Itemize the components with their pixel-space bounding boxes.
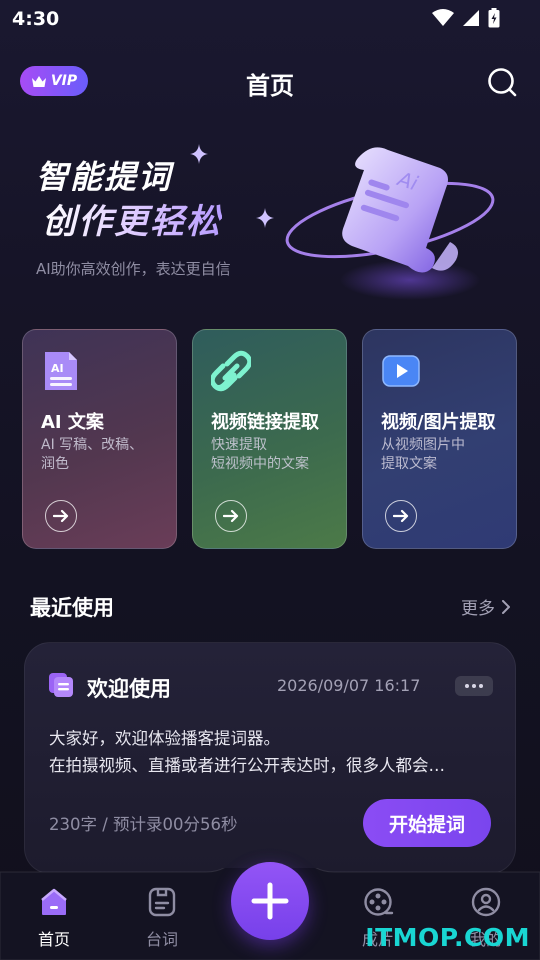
- home-icon: [41, 888, 67, 915]
- hero-headline-2: 创作更轻松: [42, 194, 222, 243]
- arrow-right-icon[interactable]: [45, 500, 77, 532]
- svg-text:AI: AI: [51, 362, 64, 375]
- document-icon: [49, 673, 73, 697]
- search-icon[interactable]: [486, 66, 518, 98]
- dot-icon: [479, 684, 483, 688]
- video-image-extract-card[interactable]: 视频/图片提取 从视频图片中 提取文案: [362, 329, 517, 549]
- sparkle-icon: [190, 144, 208, 164]
- hero-banner: 智能提词 创作更轻松 AI助你高效创作，表达更自信 Ai: [0, 130, 540, 310]
- ai-copywriting-card[interactable]: AI AI 文案 AI 写稿、改稿、 润色: [22, 329, 177, 549]
- script-stats: 230字 / 预计录00分56秒: [49, 815, 238, 834]
- script-title: 欢迎使用: [87, 677, 171, 701]
- battery-icon: [488, 8, 500, 28]
- dot-icon: [472, 684, 476, 688]
- ai-doc-icon: AI: [45, 352, 77, 390]
- script-preview: 大家好，欢迎体验播客提词器。 在拍摄视频、直播或者进行公开表达时，很多人都会…: [49, 725, 497, 779]
- card-description: 快速提取 短视频中的文案: [211, 437, 309, 472]
- card-title: 视频/图片提取: [381, 412, 496, 433]
- header: VIP 首页: [0, 54, 540, 110]
- ai-scroll-illustration: Ai: [285, 147, 495, 300]
- site-watermark: ITMOP.COM: [365, 923, 530, 952]
- hero-subtitle: AI助你高效创作，表达更自信: [36, 260, 231, 278]
- preview-line: 大家好，欢迎体验播客提词器。: [49, 729, 280, 748]
- recent-script-card[interactable]: 欢迎使用 2026/09/07 16:17 大家好，欢迎体验播客提词器。 在拍摄…: [24, 642, 516, 874]
- chevron-right-icon: [502, 599, 510, 614]
- arrow-right-icon[interactable]: [385, 500, 417, 532]
- user-icon: [471, 887, 501, 917]
- cellular-signal-icon: [463, 10, 479, 26]
- tab-label: 首页: [37, 930, 70, 949]
- more-label: 更多: [461, 599, 495, 619]
- status-bar: 4:30: [0, 0, 540, 40]
- dot-icon: [465, 684, 469, 688]
- card-title: AI 文案: [41, 412, 104, 433]
- tab-script[interactable]: 台词: [122, 886, 202, 950]
- start-prompter-button[interactable]: 开始提词: [363, 799, 491, 847]
- recent-section-header: 最近使用 更多: [30, 592, 510, 622]
- plus-icon: [251, 882, 289, 920]
- film-reel-icon: [364, 888, 394, 916]
- page-title: 首页: [246, 72, 294, 100]
- arrow-right-icon[interactable]: [215, 500, 247, 532]
- preview-line: 在拍摄视频、直播或者进行公开表达时，很多人都会…: [49, 756, 445, 775]
- status-time: 4:30: [12, 8, 60, 30]
- script-date: 2026/09/07 16:17: [277, 676, 421, 695]
- video-link-extract-card[interactable]: 视频链接提取 快速提取 短视频中的文案: [192, 329, 347, 549]
- video-play-icon: [382, 355, 420, 387]
- tab-label: 台词: [145, 930, 178, 949]
- card-description: AI 写稿、改稿、 润色: [41, 437, 144, 472]
- script-icon: [148, 887, 176, 917]
- status-icons: [432, 8, 500, 28]
- card-title: 视频链接提取: [211, 412, 319, 433]
- sparkle-icon: [256, 208, 274, 228]
- more-link[interactable]: 更多: [461, 594, 510, 619]
- tab-home[interactable]: 首页: [14, 886, 94, 950]
- hero-headline: 智能提词: [36, 158, 173, 196]
- card-description: 从视频图片中 提取文案: [381, 437, 465, 472]
- more-options-button[interactable]: [455, 676, 493, 696]
- link-icon: [211, 350, 251, 392]
- feature-cards: AI AI 文案 AI 写稿、改稿、 润色 视频链接提取 快速提取 短视频中的文…: [22, 329, 518, 549]
- section-title: 最近使用: [30, 596, 114, 620]
- create-button[interactable]: [231, 862, 309, 940]
- wifi-icon: [432, 9, 454, 26]
